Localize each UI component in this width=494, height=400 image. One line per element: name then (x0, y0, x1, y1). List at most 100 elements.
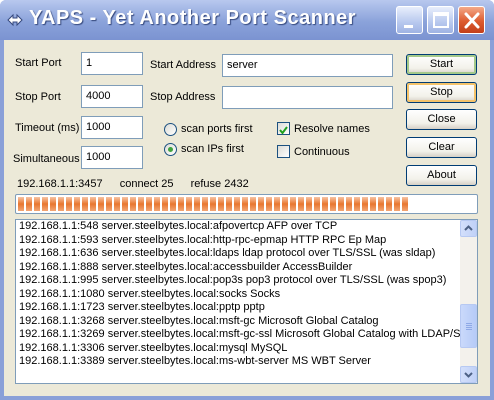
progress-segment (90, 197, 96, 211)
grip-line (466, 329, 472, 330)
list-item[interactable]: 192.168.1.1:888 server.steelbytes.local:… (16, 261, 477, 275)
checkmark-icon (279, 126, 288, 135)
resolve-names-checkbox[interactable] (277, 122, 290, 135)
progress-segment (146, 197, 152, 211)
progress-segment (26, 197, 32, 211)
scroll-thumb[interactable] (460, 304, 477, 348)
scan-ports-first-label[interactable]: scan ports first (181, 123, 253, 135)
close-button[interactable]: Close (406, 109, 477, 130)
progress-segment (114, 197, 120, 211)
results-items: 192.168.1.1:548 server.steelbytes.local:… (16, 220, 477, 369)
results-list[interactable]: 192.168.1.1:548 server.steelbytes.local:… (15, 219, 478, 384)
simultaneous-field[interactable]: 1000 (81, 146, 143, 169)
vertical-scrollbar[interactable] (460, 220, 477, 383)
scroll-down-button[interactable] (460, 366, 477, 383)
scan-progress-bar (15, 194, 478, 214)
status-line: 192.168.1.1:3457 connect 25 refuse 2432 (17, 178, 263, 190)
close-window-button[interactable] (458, 6, 485, 34)
progress-segment (330, 197, 336, 211)
minimize-icon (404, 25, 413, 28)
progress-segment (306, 197, 312, 211)
close-icon (464, 12, 480, 29)
progress-segment (314, 197, 320, 211)
progress-segment (194, 197, 200, 211)
progress-segment (354, 197, 360, 211)
start-button[interactable]: Start (406, 54, 477, 75)
progress-segment (178, 197, 184, 211)
grip-line (466, 323, 472, 324)
progress-segment (218, 197, 224, 211)
clear-button[interactable]: Clear (406, 137, 477, 158)
stop-address-label: Stop Address (150, 91, 216, 103)
main-panel: Start Port 1 Stop Port 4000 Timeout (ms)… (4, 40, 490, 396)
chevron-up-icon (464, 225, 473, 231)
start-address-label: Start Address (150, 59, 217, 71)
progress-segment (58, 197, 64, 211)
progress-segment (66, 197, 72, 211)
list-item[interactable]: 192.168.1.1:548 server.steelbytes.local:… (16, 220, 477, 234)
app-window: YAPS - Yet Another Port Scanner Start Po… (0, 0, 494, 400)
progress-segment (186, 197, 192, 211)
list-item[interactable]: 192.168.1.1:995 server.steelbytes.local:… (16, 274, 477, 288)
progress-segment (234, 197, 240, 211)
timeout-field[interactable]: 1000 (81, 116, 143, 139)
list-item[interactable]: 192.168.1.1:3269 server.steelbytes.local… (16, 328, 477, 342)
simultaneous-label: Simultaneous (13, 153, 80, 165)
list-item[interactable]: 192.168.1.1:593 server.steelbytes.local:… (16, 234, 477, 248)
progress-segment (298, 197, 304, 211)
progress-segment (386, 197, 392, 211)
stop-button[interactable]: Stop (406, 82, 477, 103)
network-icon[interactable] (7, 13, 23, 27)
progress-segment (362, 197, 368, 211)
progress-segment (338, 197, 344, 211)
progress-segment (282, 197, 288, 211)
progress-segment (170, 197, 176, 211)
scan-ips-first-radio[interactable] (164, 143, 177, 156)
progress-segment (18, 197, 24, 211)
progress-segment (274, 197, 280, 211)
list-item[interactable]: 192.168.1.1:3268 server.steelbytes.local… (16, 315, 477, 329)
chevron-down-icon (464, 372, 473, 378)
minimize-button[interactable] (396, 6, 423, 34)
continuous-checkbox[interactable] (277, 145, 290, 158)
progress-segment (378, 197, 384, 211)
progress-segment (42, 197, 48, 211)
progress-segment (154, 197, 160, 211)
list-item[interactable]: 192.168.1.1:1080 server.steelbytes.local… (16, 288, 477, 302)
stop-port-field[interactable]: 4000 (81, 85, 143, 108)
progress-segment (250, 197, 256, 211)
scan-ips-first-label[interactable]: scan IPs first (181, 143, 244, 155)
progress-segment (402, 197, 408, 211)
list-item[interactable]: 192.168.1.1:636 server.steelbytes.local:… (16, 247, 477, 261)
list-item[interactable]: 192.168.1.1:3389 server.steelbytes.local… (16, 355, 477, 369)
progress-segment (122, 197, 128, 211)
progress-segment (242, 197, 248, 211)
progress-segment (290, 197, 296, 211)
progress-segment (74, 197, 80, 211)
start-port-field[interactable]: 1 (81, 52, 143, 75)
list-item[interactable]: 192.168.1.1:3306 server.steelbytes.local… (16, 342, 477, 356)
scan-ports-first-radio[interactable] (164, 123, 177, 136)
progress-segment (106, 197, 112, 211)
progress-segment (98, 197, 104, 211)
progress-segment (226, 197, 232, 211)
progress-segment (34, 197, 40, 211)
progress-segment (394, 197, 400, 211)
continuous-label[interactable]: Continuous (294, 146, 350, 158)
start-port-label: Start Port (15, 57, 62, 69)
radio-selected-dot (168, 147, 173, 152)
timeout-label: Timeout (ms) (15, 122, 80, 134)
progress-segment (322, 197, 328, 211)
progress-segment (162, 197, 168, 211)
scroll-up-button[interactable] (460, 220, 477, 237)
progress-segment (210, 197, 216, 211)
stop-address-field[interactable] (222, 86, 393, 109)
start-address-field[interactable]: server (222, 54, 393, 77)
list-item[interactable]: 192.168.1.1:1723 server.steelbytes.local… (16, 301, 477, 315)
about-button[interactable]: About (406, 165, 477, 186)
progress-segment (138, 197, 144, 211)
progress-segment (202, 197, 208, 211)
title-bar[interactable]: YAPS - Yet Another Port Scanner (0, 0, 494, 40)
maximize-button[interactable] (427, 6, 454, 34)
resolve-names-label[interactable]: Resolve names (294, 123, 370, 135)
